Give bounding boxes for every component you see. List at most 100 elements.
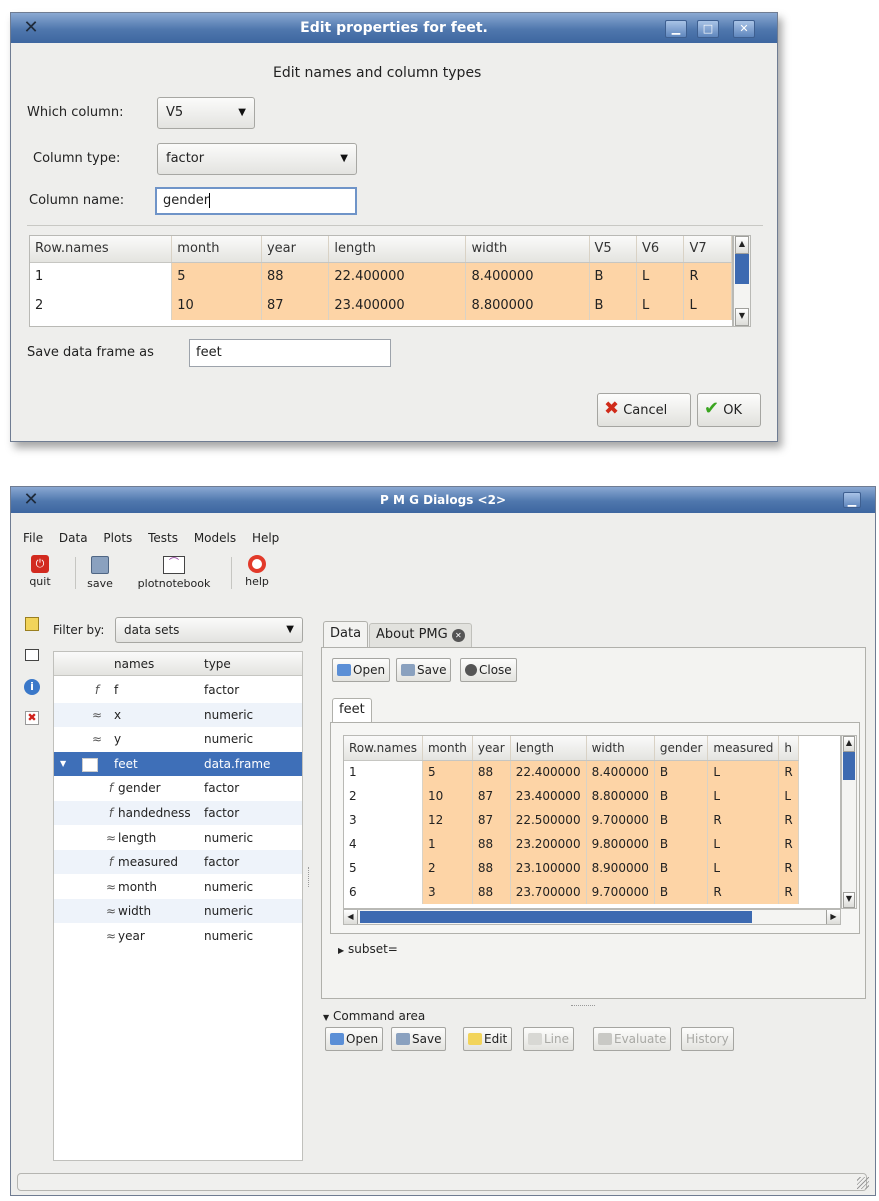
tree-row[interactable]: f gender factor: [54, 776, 302, 800]
table-cell[interactable]: R: [778, 832, 799, 856]
info-side-icon[interactable]: i: [24, 679, 40, 695]
table-row[interactable]: 1 5 88 22.400000 8.400000 B L R: [344, 760, 799, 784]
table-cell[interactable]: 4: [344, 832, 423, 856]
tree-row[interactable]: f handedness factor: [54, 801, 302, 825]
save-data-button[interactable]: Save: [396, 658, 452, 682]
toolbar-quit[interactable]: ⏻ quit: [25, 553, 55, 588]
table-cell[interactable]: 9.700000: [586, 808, 655, 832]
table-cell[interactable]: 8.400000: [586, 760, 655, 784]
table-cell[interactable]: B: [654, 832, 709, 856]
tab-data[interactable]: Data: [323, 621, 369, 647]
menu-help[interactable]: Help: [252, 531, 279, 545]
table-cell[interactable]: 1: [344, 760, 423, 784]
table-cell[interactable]: L: [707, 832, 780, 856]
tree-row[interactable]: ≈ y numeric: [54, 727, 302, 751]
close-data-button[interactable]: Close: [460, 658, 517, 682]
table-cell[interactable]: R: [778, 856, 799, 880]
scroll-down-icon[interactable]: ▼: [843, 892, 855, 908]
toolbar-save[interactable]: save: [85, 553, 115, 590]
table-cell[interactable]: 88: [472, 880, 511, 904]
window-menu-icon[interactable]: ✕: [21, 490, 41, 510]
window-menu-icon[interactable]: ✕: [21, 18, 41, 38]
table-cell[interactable]: 1: [30, 262, 173, 291]
table-row[interactable]: 1 5 88 22.400000 8.400000 B L R: [30, 262, 732, 291]
column-header[interactable]: year: [472, 736, 511, 761]
save-command-button[interactable]: Save: [391, 1027, 447, 1051]
column-header[interactable]: h: [778, 736, 799, 761]
menu-file[interactable]: File: [23, 531, 43, 545]
menu-data[interactable]: Data: [59, 531, 88, 545]
tree-row[interactable]: f measured factor: [54, 850, 302, 875]
table-cell[interactable]: L: [707, 784, 780, 808]
table-cell[interactable]: 22.500000: [510, 808, 587, 832]
command-area-expander[interactable]: ▼ Command area: [323, 1009, 425, 1023]
edit-command-button[interactable]: Edit: [463, 1027, 513, 1051]
dialog-titlebar[interactable]: ✕ Edit properties for feet. ▁ □ ✕: [11, 13, 777, 43]
column-header[interactable]: V6: [636, 236, 685, 263]
table-cell[interactable]: 8.800000: [465, 291, 590, 320]
tab-about-pmg[interactable]: About PMG ✕: [369, 623, 472, 647]
column-type-select[interactable]: factor ▼: [157, 143, 357, 175]
expander-down-icon[interactable]: ▼: [60, 752, 66, 776]
column-header[interactable]: V7: [683, 236, 732, 263]
table-cell[interactable]: L: [683, 291, 732, 320]
scroll-up-icon[interactable]: ▲: [843, 736, 855, 752]
scroll-up-icon[interactable]: ▲: [735, 236, 749, 254]
table-cell[interactable]: 87: [261, 291, 330, 320]
tree-row[interactable]: ≈ x numeric: [54, 702, 302, 727]
column-header[interactable]: month: [422, 736, 473, 761]
scroll-down-icon[interactable]: ▼: [735, 308, 749, 326]
table-cell[interactable]: L: [707, 760, 780, 784]
table-cell[interactable]: 8.800000: [586, 784, 655, 808]
column-header[interactable]: year: [261, 236, 330, 263]
table-row[interactable]: 6 3 88 23.700000 9.700000 B R R: [344, 880, 799, 904]
sheet-horizontal-scrollbar[interactable]: ◀ ▶: [343, 909, 841, 925]
close-icon[interactable]: ✕: [733, 20, 755, 38]
table-cell[interactable]: B: [654, 784, 709, 808]
table-row[interactable]: 2 10 87 23.400000 8.800000 B L L: [344, 784, 799, 808]
table-cell[interactable]: 5: [344, 856, 423, 880]
menu-plots[interactable]: Plots: [103, 531, 132, 545]
table-cell[interactable]: 22.400000: [328, 262, 467, 291]
table-cell[interactable]: 2: [30, 291, 173, 320]
close-tab-icon[interactable]: ✕: [451, 629, 465, 642]
table-cell[interactable]: B: [654, 856, 709, 880]
table-cell[interactable]: L: [636, 262, 685, 291]
table-cell[interactable]: 9.700000: [586, 880, 655, 904]
scroll-thumb[interactable]: [843, 752, 855, 780]
toolbar-plotnotebook[interactable]: ⌒ plotnotebook: [127, 553, 221, 590]
column-header[interactable]: width: [586, 736, 655, 761]
table-row[interactable]: 4 1 88 23.200000 9.800000 B L R: [344, 832, 799, 856]
tree-row[interactable]: ▼ feet data.frame: [54, 751, 302, 776]
table-cell[interactable]: 6: [344, 880, 423, 904]
pane-splitter[interactable]: [308, 867, 310, 887]
minimize-icon[interactable]: ▁: [665, 20, 687, 38]
resize-grip-icon[interactable]: [857, 1177, 869, 1189]
table-cell[interactable]: B: [589, 262, 637, 291]
scroll-left-icon[interactable]: ◀: [344, 910, 358, 924]
table-cell[interactable]: R: [707, 880, 780, 904]
table-cell[interactable]: R: [707, 808, 780, 832]
tree-row[interactable]: ≈ month numeric: [54, 875, 302, 899]
table-cell[interactable]: 88: [472, 856, 511, 880]
tree-row[interactable]: ≈ length numeric: [54, 826, 302, 850]
table-cell[interactable]: 2: [422, 856, 473, 880]
tab-sheet-feet[interactable]: feet: [332, 698, 372, 722]
table-cell[interactable]: L: [707, 856, 780, 880]
column-header[interactable]: length: [328, 236, 467, 263]
tree-header-type[interactable]: type: [204, 652, 231, 676]
table-cell[interactable]: R: [778, 760, 799, 784]
table-cell[interactable]: R: [683, 262, 732, 291]
table-cell[interactable]: 9.800000: [586, 832, 655, 856]
table-cell[interactable]: 22.400000: [510, 760, 587, 784]
column-header[interactable]: measured: [707, 736, 780, 761]
pane-splitter-horizontal[interactable]: [571, 1005, 595, 1006]
table-cell[interactable]: B: [654, 760, 709, 784]
history-command-button[interactable]: History: [681, 1027, 734, 1051]
subset-expander[interactable]: ▶ subset=: [338, 942, 398, 956]
table-cell[interactable]: 23.100000: [510, 856, 587, 880]
table-cell[interactable]: 10: [171, 291, 262, 320]
column-header[interactable]: length: [510, 736, 587, 761]
tree-row[interactable]: f f factor: [54, 678, 302, 702]
column-header[interactable]: width: [465, 236, 590, 263]
